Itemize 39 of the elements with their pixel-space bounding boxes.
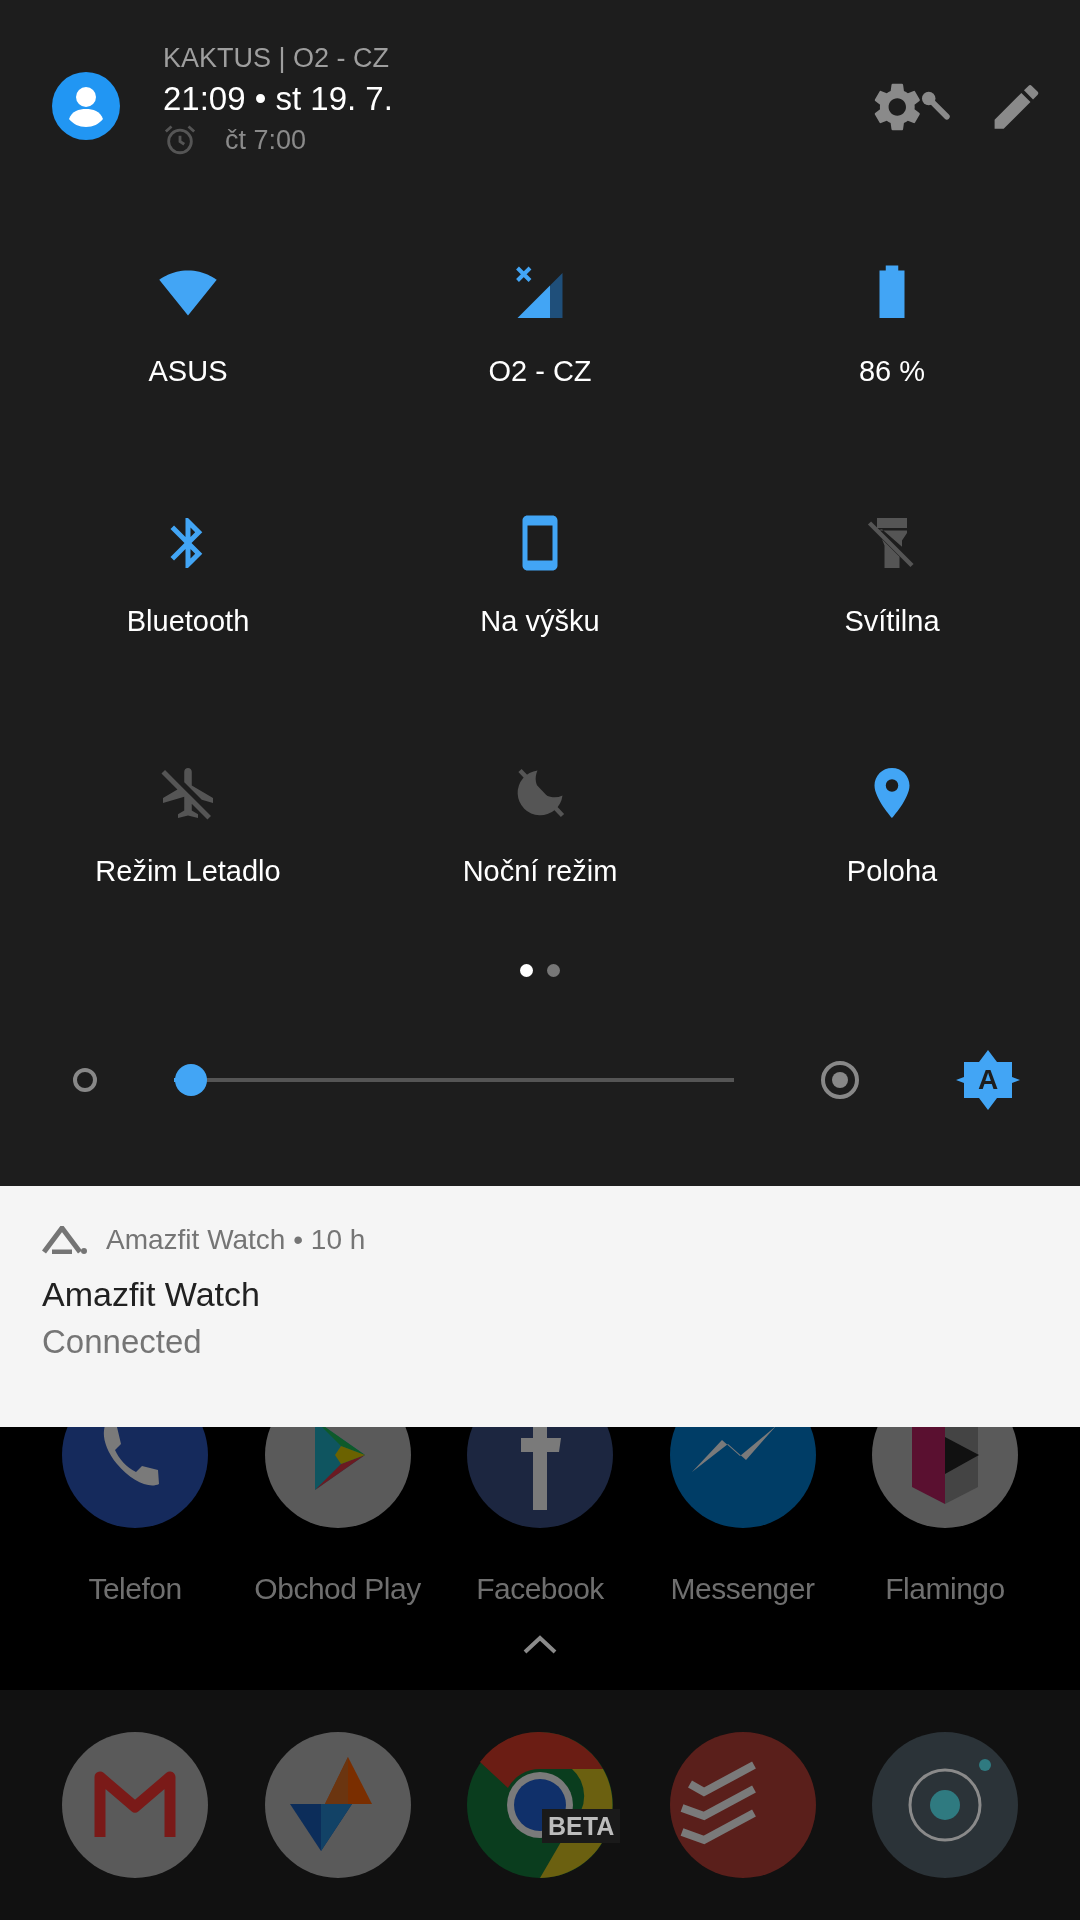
notification-title: Amazfit Watch — [42, 1274, 261, 1315]
tile-label[interactable]: Poloha — [846, 853, 938, 889]
phone-app-icon[interactable] — [62, 1427, 208, 1528]
tile-label[interactable]: Na výšku — [480, 603, 600, 639]
mail-icon[interactable] — [62, 1732, 208, 1878]
hexagon-icon[interactable] — [872, 1427, 1018, 1528]
brightness-low-icon — [72, 1067, 98, 1093]
lightning-bubble-icon[interactable] — [669, 1427, 816, 1528]
app-label[interactable]: Obchod Play — [254, 1566, 421, 1611]
tile-label[interactable]: Svítilna — [844, 603, 940, 639]
triangle-logo-icon — [42, 1226, 88, 1254]
f-logo-icon[interactable] — [467, 1427, 613, 1528]
alarm-time-text: čt 7:00 — [225, 124, 307, 157]
beta-badge: BETA — [542, 1809, 621, 1843]
camera-lens-icon[interactable] — [872, 1732, 1018, 1878]
brightness-high-icon — [820, 1060, 860, 1100]
app-label[interactable]: Telefon — [88, 1566, 182, 1611]
tile-label[interactable]: 86 % — [858, 353, 926, 389]
avatar-icon[interactable] — [52, 72, 120, 140]
tile-label[interactable]: ASUS — [148, 353, 228, 389]
alarm-icon — [163, 123, 197, 157]
play-store-icon[interactable] — [264, 1427, 411, 1528]
triangles-icon[interactable] — [264, 1732, 411, 1878]
auto-brightness-button[interactable]: A — [956, 1048, 1020, 1112]
date-time-text: 21:09 • st 19. 7. — [163, 79, 393, 119]
app-label[interactable]: Messenger — [670, 1566, 815, 1611]
carrier-text: KAKTUS | O2 - CZ — [163, 42, 391, 75]
app-label[interactable]: Facebook — [476, 1566, 604, 1611]
brightness-slider[interactable] — [174, 1064, 734, 1096]
tile-label[interactable]: Bluetooth — [126, 603, 250, 639]
tile-label[interactable]: Režim Letadlo — [95, 853, 281, 889]
edit-icon[interactable] — [994, 84, 1040, 130]
stacked-checks-icon[interactable] — [669, 1732, 816, 1878]
tile-label[interactable]: O2 - CZ — [488, 353, 592, 389]
app-label[interactable]: Flamingo — [885, 1566, 1005, 1611]
caret-up-icon[interactable] — [522, 1633, 558, 1655]
tile-label[interactable]: Noční režim — [462, 853, 618, 889]
notification-text: Connected — [42, 1322, 203, 1362]
notification-app-name: Amazfit Watch • 10 h — [106, 1223, 366, 1257]
